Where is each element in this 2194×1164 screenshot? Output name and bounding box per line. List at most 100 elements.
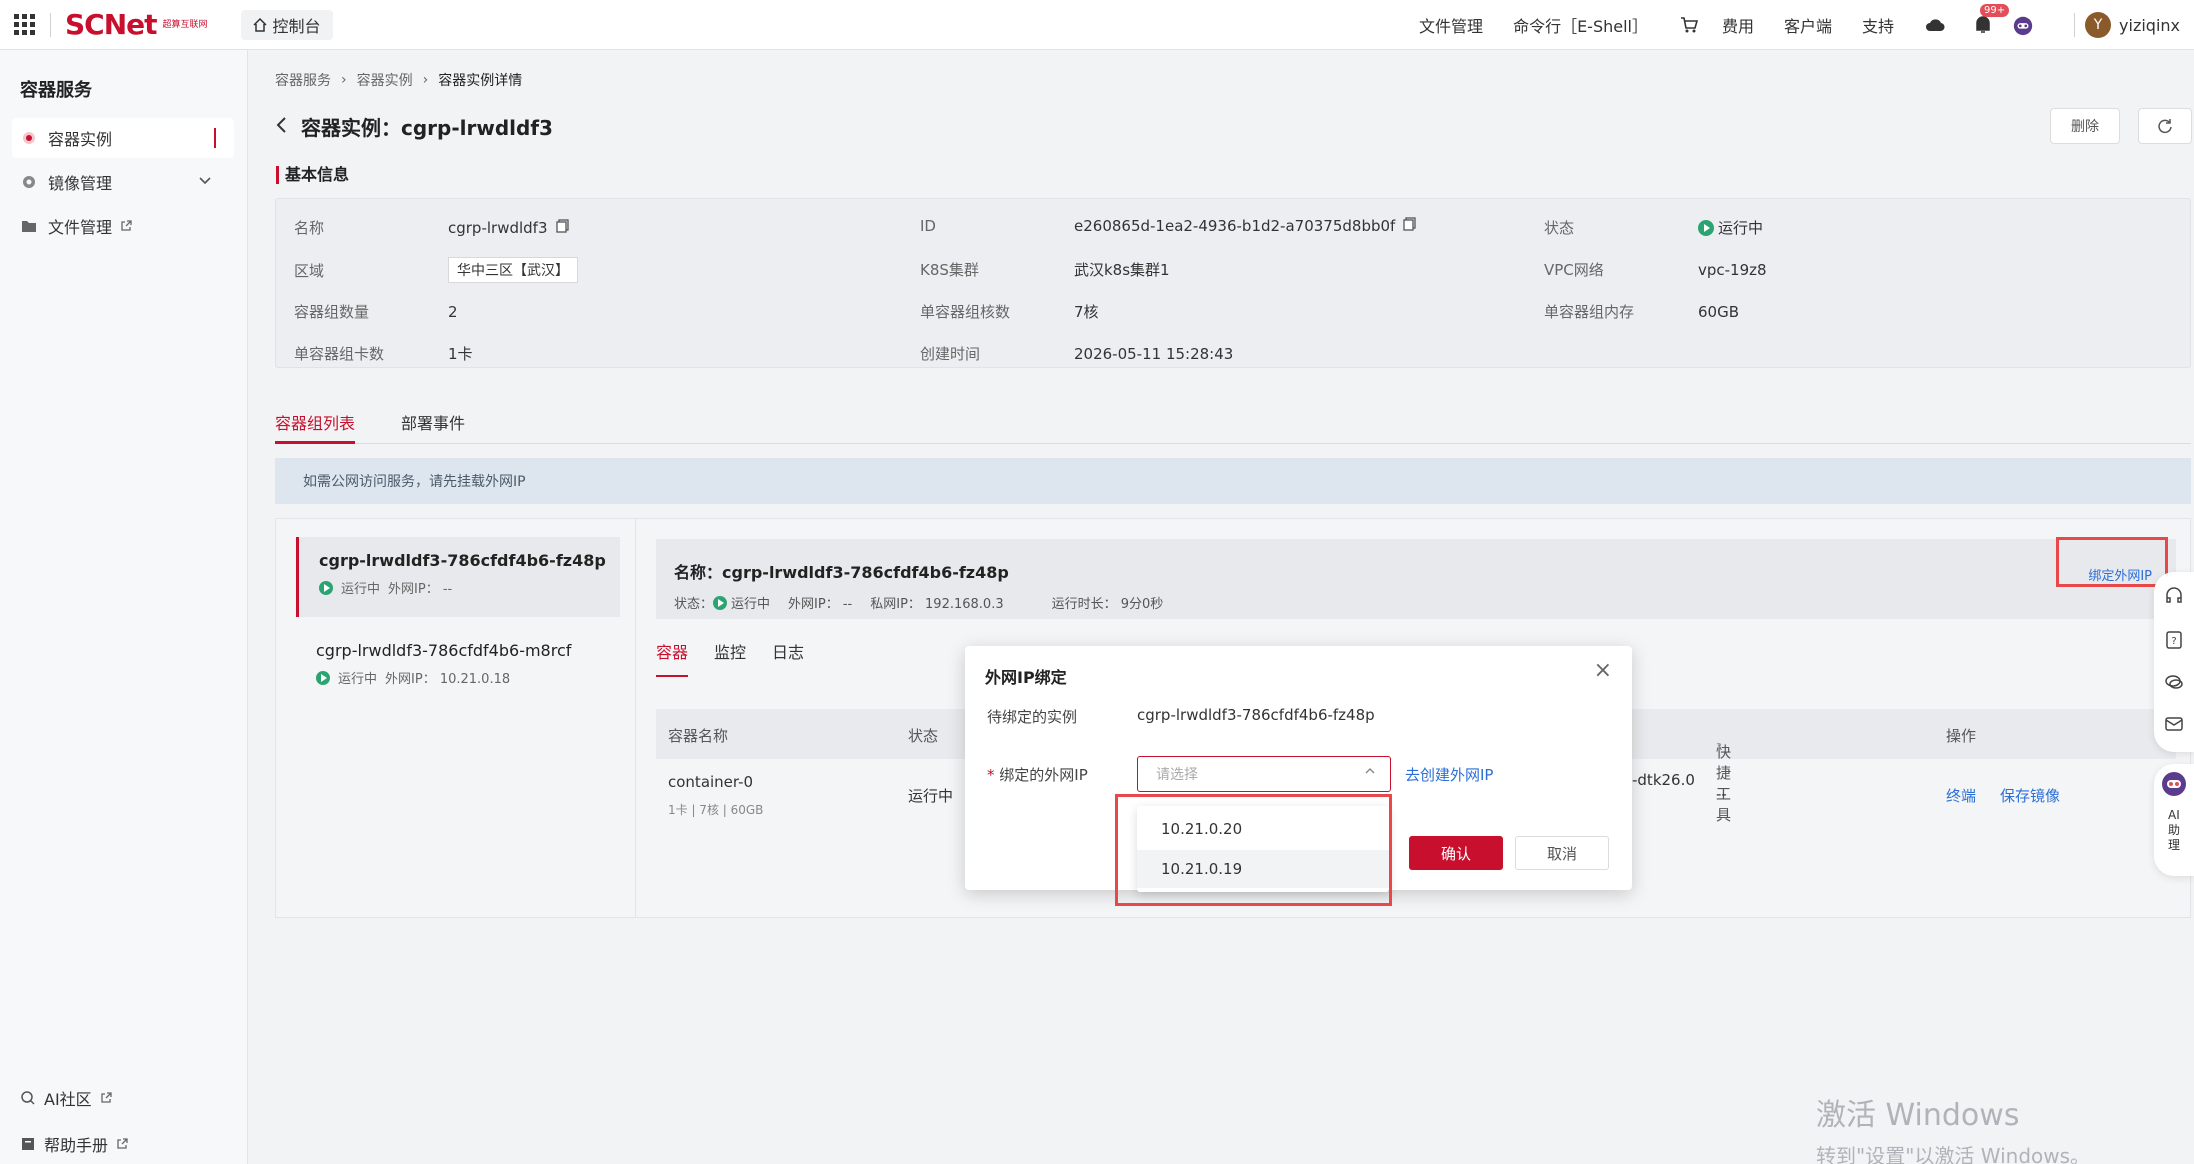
column-header: 状态 [908,727,939,745]
console-button[interactable]: 控制台 [240,9,333,40]
group-ip: 外网IP： -- [388,582,453,597]
group-detail-meta: 状态： 运行中 外网IP： -- 私网IP： 192.168.0.3 运行时长：… [674,593,1163,612]
required-mark: * [987,766,995,784]
column-header: 容器名称 [668,727,729,745]
username[interactable]: yiziqinx [2119,16,2180,35]
cloud-icon[interactable] [1924,14,1946,36]
nav-eshell[interactable]: 命令行［E-Shell］ [1513,13,1648,37]
close-icon[interactable]: × [1594,658,1612,683]
refresh-button[interactable] [2138,108,2192,144]
info-label: 区域 [294,261,325,280]
floating-toolbar: ? [2154,572,2194,752]
group-status-row: 运行中 外网IP： 10.21.0.18 [316,668,620,687]
tab-container-group-list[interactable]: 容器组列表 [275,410,355,434]
group-status-row: 运行中 外网IP： -- [319,578,620,597]
sidebar-item-label: 容器实例 [48,130,113,149]
list-item[interactable]: cgrp-lrwdldf3-786cfdf4b6-fz48p 运行中 外网IP：… [296,537,620,617]
group-status: 运行中 [341,582,381,597]
running-status-icon [1698,219,1714,236]
basic-info-panel: 名称 cgrp-lrwdldf3 ID e260865d-1ea2-4936-b… [275,198,2191,368]
chevron-down-icon[interactable] [198,172,212,191]
tab-containers[interactable]: 容器 [656,639,689,677]
sidebar-item-help-manual[interactable]: 帮助手册 [20,1132,128,1156]
create-external-ip-link[interactable]: 去创建外网IP [1405,764,1493,785]
breadcrumb-item[interactable]: 容器实例 [357,70,413,90]
ai-assistant-button[interactable]: AI助理 [2154,764,2194,876]
sidebar-item-container-instance[interactable]: 容器实例 [12,118,234,158]
copy-icon[interactable] [1403,217,1416,235]
headset-icon[interactable] [2164,586,2184,606]
sidebar-item-image-management[interactable]: 镜像管理 [12,162,234,202]
detail-name-value: cgrp-lrwdldf3-786cfdf4b6-fz48p [722,563,1009,582]
save-image-link[interactable]: 保存镜像 [2000,785,2060,806]
info-label: VPC网络 [1544,261,1604,279]
external-ip-select[interactable]: 请选择 [1137,756,1391,792]
info-value: 7核 [1074,303,1099,321]
external-link-icon [101,1092,112,1103]
delete-button[interactable]: 删除 [2050,108,2120,144]
info-value: 2026-05-11 15:28:43 [1074,344,1234,363]
folder-icon [20,217,38,235]
divider [50,12,51,37]
watermark-line: 激活 Windows [1816,1098,2020,1133]
info-k8s: K8S集群 武汉k8s集群1 [920,259,1170,280]
active-tab-underline [275,441,355,444]
terminal-link[interactable]: 终端 [1946,785,1976,806]
main-content: 容器服务 › 容器实例 › 容器实例详情 容器实例：cgrp-lrwdldf3 … [248,50,2194,1164]
info-created: 创建时间 2026-05-11 15:28:43 [920,343,1233,364]
nav-billing[interactable]: 费用 [1722,13,1754,37]
sidebar-item-label: 镜像管理 [48,174,113,193]
bell-icon[interactable]: 99+ [1972,4,2010,36]
info-label: 名称 [294,219,325,237]
group-detail-name: 名称：cgrp-lrwdldf3-786cfdf4b6-fz48p [674,559,1009,583]
home-icon [253,17,267,32]
robot-icon[interactable] [2012,14,2034,36]
column-header: 操作 [1946,727,1977,745]
console-label: 控制台 [272,16,321,36]
user-avatar[interactable]: Y [2085,12,2112,38]
external-link-icon [117,1138,128,1149]
info-count: 容器组数量 2 [294,301,458,322]
tab-deploy-events[interactable]: 部署事件 [401,410,465,434]
group-name: cgrp-lrwdldf3-786cfdf4b6-m8rcf [316,641,572,660]
chat-icon[interactable] [2164,672,2184,692]
page-title-name: cgrp-lrwdldf3 [401,116,553,140]
logo-subtitle: 超算互联网 [162,19,208,30]
group-ip: 外网IP： 10.21.0.18 [385,672,511,687]
detail-tabs: 容器组列表 部署事件 [275,400,2191,444]
select-placeholder: 请选择 [1156,767,1198,783]
container-spec: 1卡 | 7核 | 60GB [668,803,764,817]
nav-file-management[interactable]: 文件管理 [1419,13,1483,37]
info-value: vpc-19z8 [1698,260,1767,279]
feedback-icon[interactable] [2164,714,2184,734]
info-value: 运行中 [1718,219,1764,237]
nav-client[interactable]: 客户端 [1784,13,1832,37]
sidebar-item-label: AI社区 [44,1090,92,1109]
copy-icon[interactable] [555,218,569,237]
info-label: 容器组数量 [294,303,370,321]
container-status: 运行中 [908,787,954,805]
cancel-button[interactable]: 取消 [1515,836,1609,870]
breadcrumb-item[interactable]: 容器服务 [275,70,331,90]
info-id: ID e260865d-1ea2-4936-b1d2-a70375d8bb0f [920,217,1416,235]
nav-support[interactable]: 支持 [1862,13,1894,37]
scnet-logo[interactable]: SCNet [65,8,158,41]
tab-monitor[interactable]: 监控 [714,639,746,677]
dialog-title: 外网IP绑定 [985,668,1067,687]
apps-grid-icon[interactable] [14,13,36,36]
notice-banner: 如需公网访问服务，请先挂载外网IP [275,458,2191,504]
sidebar-title: 容器服务 [20,80,92,101]
container-group-list: cgrp-lrwdldf3-786cfdf4b6-fz48p 运行中 外网IP：… [276,519,636,917]
sidebar-item-file-management[interactable]: 文件管理 [12,206,234,246]
list-item[interactable]: cgrp-lrwdldf3-786cfdf4b6-m8rcf 运行中 外网IP：… [296,627,620,707]
sidebar-item-ai-community[interactable]: AI社区 [20,1086,112,1110]
cart-icon[interactable] [1678,14,1700,36]
back-arrow-icon[interactable] [275,115,287,139]
tab-logs[interactable]: 日志 [772,639,804,677]
divider [2074,13,2076,37]
help-doc-icon[interactable]: ? [2164,630,2184,650]
confirm-button[interactable]: 确认 [1409,836,1503,870]
sidebar: 容器服务 容器实例 镜像管理 文件管理 AI社区 帮助手册 [0,50,248,1164]
page-title: 容器实例：cgrp-lrwdldf3 [275,112,553,141]
external-link-icon [120,217,132,236]
